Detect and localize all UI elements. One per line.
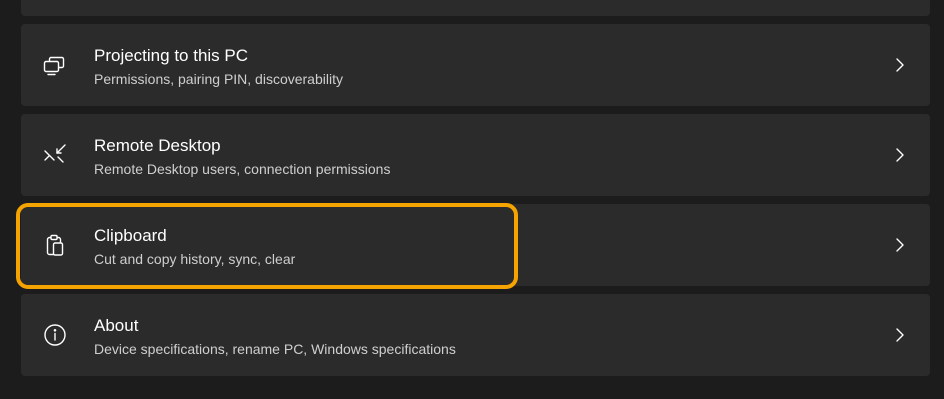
settings-item-subtitle: Device specifications, rename PC, Window… [94, 341, 456, 357]
previous-settings-card[interactable] [21, 0, 930, 16]
remote-desktop-icon [41, 141, 69, 169]
settings-item-title: Clipboard [94, 226, 167, 245]
projecting-icon [41, 51, 69, 79]
settings-item-projecting[interactable]: Projecting to this PC Permissions, pairi… [21, 24, 930, 106]
settings-item-title: Remote Desktop [94, 136, 221, 155]
clipboard-icon [41, 231, 69, 259]
settings-item-subtitle: Cut and copy history, sync, clear [94, 251, 296, 267]
chevron-right-icon [894, 147, 906, 163]
info-icon [41, 321, 69, 349]
settings-page: Projecting to this PC Permissions, pairi… [0, 0, 944, 399]
settings-item-remote-desktop[interactable]: Remote Desktop Remote Desktop users, con… [21, 114, 930, 196]
chevron-right-icon [894, 327, 906, 343]
chevron-right-icon [894, 237, 906, 253]
settings-item-clipboard[interactable]: Clipboard Cut and copy history, sync, cl… [21, 204, 930, 286]
settings-item-title: Projecting to this PC [94, 46, 249, 65]
settings-item-subtitle: Remote Desktop users, connection permiss… [94, 161, 391, 177]
settings-item-about[interactable]: About Device specifications, rename PC, … [21, 294, 930, 376]
settings-item-subtitle: Permissions, pairing PIN, discoverabilit… [94, 71, 343, 87]
chevron-right-icon [894, 57, 906, 73]
settings-item-title: About [94, 316, 139, 335]
